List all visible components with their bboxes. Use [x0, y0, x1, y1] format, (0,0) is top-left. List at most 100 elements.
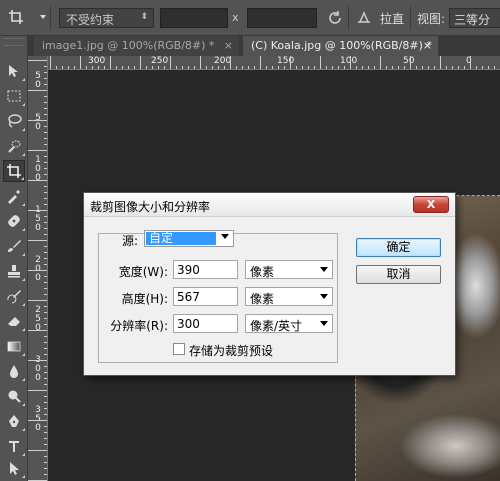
- flyout-indicator: [22, 253, 25, 256]
- ruler-tick: [74, 66, 75, 69]
- eyedropper-tool[interactable]: [3, 185, 25, 207]
- ok-button[interactable]: 确定: [356, 238, 441, 257]
- width-input[interactable]: 390: [173, 260, 238, 279]
- ruler-tick: [170, 56, 171, 69]
- flyout-indicator: [22, 103, 25, 106]
- cancel-button[interactable]: 取消: [356, 265, 441, 284]
- ruler-tick: [44, 96, 47, 97]
- chevron-down-icon[interactable]: [40, 15, 46, 19]
- ruler-tick: [308, 66, 309, 69]
- blur-tool[interactable]: [3, 360, 25, 382]
- ruler-tick: [44, 336, 47, 337]
- tab-image1[interactable]: image1.jpg @ 100%(RGB/8#) * ×: [34, 36, 239, 56]
- ruler-label: 0: [35, 173, 41, 183]
- panel-grip[interactable]: [4, 38, 24, 46]
- ruler-tick: [44, 402, 47, 403]
- ruler-label: 300: [88, 56, 106, 66]
- pen-tool[interactable]: [3, 410, 25, 432]
- ruler-label: 0: [35, 80, 41, 90]
- ruler-tick: [44, 396, 47, 397]
- ruler-tick: [44, 198, 47, 199]
- ruler-tick: [44, 246, 47, 247]
- flyout-indicator: [22, 428, 25, 431]
- ruler-tick: [44, 462, 47, 463]
- type-tool[interactable]: [3, 435, 25, 457]
- straighten-icon[interactable]: [356, 9, 372, 25]
- chevron-down-icon: [221, 234, 229, 239]
- lasso-tool[interactable]: [3, 110, 25, 132]
- close-button[interactable]: X: [413, 196, 449, 213]
- ruler-tick: [44, 192, 47, 193]
- eyedropper-icon: [8, 190, 20, 204]
- source-select[interactable]: 自定: [144, 230, 234, 247]
- ruler-tick: [278, 66, 279, 69]
- save-preset-checkbox[interactable]: [173, 343, 185, 355]
- ruler-tick: [44, 366, 47, 367]
- height-unit-select[interactable]: 像素: [245, 287, 333, 306]
- tab-koala[interactable]: (C) Koala.jpg @ 100%(RGB/8#) * ×: [243, 36, 438, 56]
- healing-brush-icon: [8, 215, 20, 227]
- close-icon[interactable]: ×: [224, 39, 233, 52]
- divider: [410, 6, 411, 30]
- crop-icon: [7, 164, 21, 178]
- ruler-tick: [28, 60, 47, 61]
- flyout-indicator: [22, 228, 25, 231]
- clone-stamp-tool[interactable]: [3, 260, 25, 282]
- healing-brush-tool[interactable]: [3, 210, 25, 232]
- marquee-tool[interactable]: [3, 85, 25, 107]
- ruler-tick: [44, 108, 47, 109]
- document-tab-bar: image1.jpg @ 100%(RGB/8#) * × (C) Koala.…: [28, 36, 500, 56]
- dialog-titlebar[interactable]: 裁剪图像大小和分辨率 X: [84, 193, 455, 217]
- eraser-tool[interactable]: [3, 310, 25, 332]
- vertical-ruler[interactable]: 5 0 5 0 1 0 0 1 5 0 2 0 0 2 5 0 3 0 0 3 …: [28, 56, 48, 481]
- flyout-indicator: [22, 278, 25, 281]
- rotate-swap-icon[interactable]: [326, 9, 344, 27]
- ruler-tick: [56, 66, 57, 69]
- ratio-height-input[interactable]: [247, 8, 317, 28]
- ratio-preset-select[interactable]: 不受约束 ⬍: [59, 8, 154, 28]
- dodge-tool[interactable]: [3, 385, 25, 407]
- quick-select-tool[interactable]: [3, 135, 25, 157]
- brush-tool[interactable]: [3, 235, 25, 257]
- ruler-tick: [212, 66, 213, 69]
- ruler-tick: [368, 66, 369, 69]
- ruler-tick: [380, 56, 381, 69]
- ruler-tick: [488, 66, 489, 69]
- gradient-tool[interactable]: [3, 335, 25, 357]
- close-icon[interactable]: ×: [423, 39, 432, 52]
- ratio-width-input[interactable]: [160, 8, 228, 28]
- tools-panel: [0, 36, 28, 481]
- move-tool[interactable]: [3, 60, 25, 82]
- view-overlay-select[interactable]: 三等分: [449, 8, 500, 28]
- ruler-tick: [44, 126, 47, 127]
- resolution-unit-select[interactable]: 像素/英寸: [245, 314, 333, 333]
- save-preset-label[interactable]: 存储为裁剪预设: [189, 342, 273, 359]
- crop-icon[interactable]: [8, 9, 24, 25]
- gradient-icon: [7, 341, 21, 352]
- ruler-tick: [86, 66, 87, 69]
- flyout-indicator: [22, 78, 25, 81]
- resolution-input[interactable]: 300: [173, 314, 238, 333]
- type-icon: [9, 441, 19, 452]
- ruler-tick: [116, 66, 117, 69]
- path-select-tool[interactable]: [3, 457, 25, 479]
- ruler-tick: [326, 66, 327, 69]
- ruler-tick: [44, 456, 47, 457]
- width-unit-value: 像素: [250, 265, 275, 279]
- ruler-tick: [44, 276, 47, 277]
- pen-icon: [9, 415, 19, 427]
- ruler-tick: [44, 444, 47, 445]
- height-input[interactable]: 567: [173, 287, 238, 306]
- ruler-tick: [470, 56, 471, 69]
- straighten-label[interactable]: 拉直: [380, 10, 404, 27]
- history-brush-tool[interactable]: [3, 285, 25, 307]
- ruler-tick: [44, 132, 47, 133]
- width-unit-select[interactable]: 像素: [245, 260, 333, 279]
- ruler-tick: [44, 342, 47, 343]
- ruler-tick: [92, 66, 93, 69]
- ruler-tick: [410, 56, 411, 69]
- ruler-tick: [44, 168, 47, 169]
- ratio-x-label: x: [232, 11, 239, 24]
- horizontal-ruler[interactable]: 300 250 200 150 100 50 0: [48, 56, 500, 70]
- crop-tool[interactable]: [3, 160, 25, 182]
